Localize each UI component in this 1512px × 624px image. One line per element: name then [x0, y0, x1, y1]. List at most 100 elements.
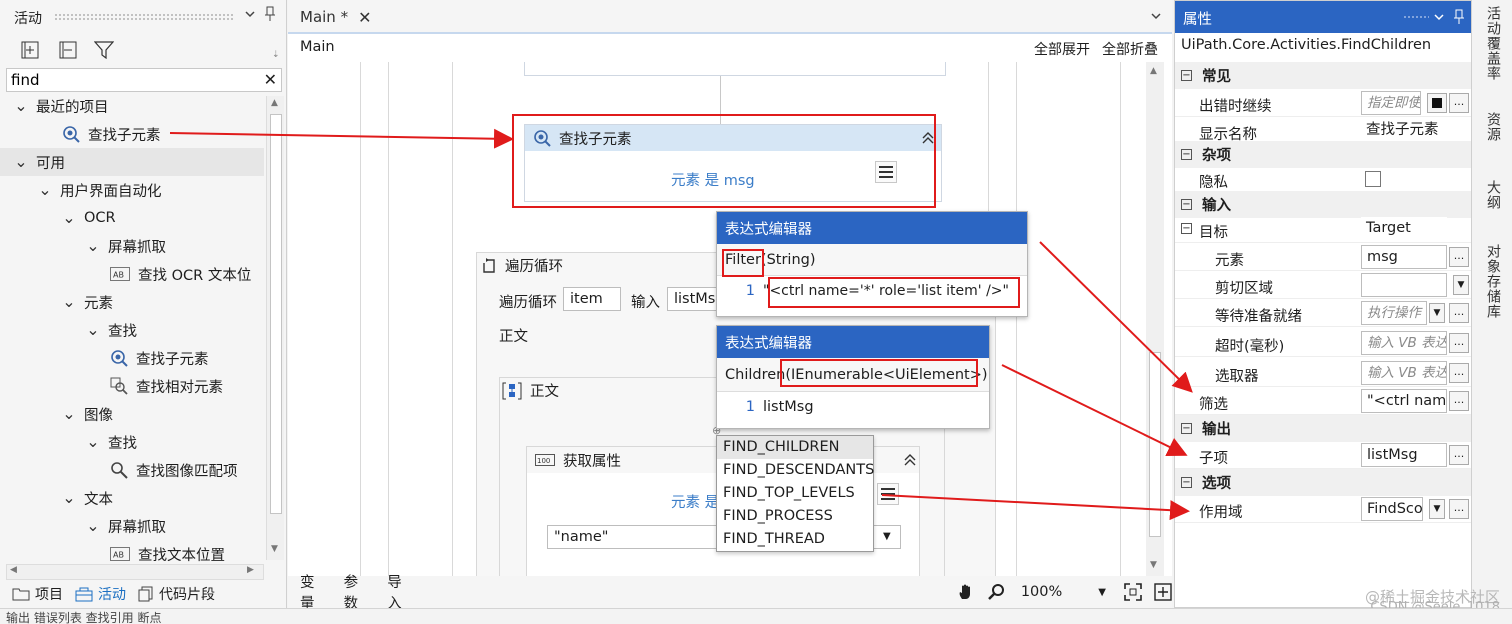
close-icon[interactable]: ✕	[358, 8, 371, 27]
tab-variables[interactable]: 变量	[300, 571, 322, 613]
code-text[interactable]: listMsg	[763, 399, 814, 415]
chevron-down-icon[interactable]: ⌄	[62, 406, 76, 422]
scroll-left-icon[interactable]: ◀	[10, 565, 17, 575]
scope-option[interactable]: FIND_TOP_LEVELS	[717, 482, 873, 505]
activity-header[interactable]: 正文	[502, 380, 559, 401]
tab-imports[interactable]: 导入	[387, 571, 409, 613]
drag-grip[interactable]	[1403, 15, 1429, 19]
ellipsis-button[interactable]: ...	[1449, 499, 1469, 519]
tab-activities[interactable]: 活动	[75, 584, 126, 604]
chevron-down-icon[interactable]: ⌄	[86, 238, 100, 254]
fit-screen-icon[interactable]	[1124, 583, 1142, 601]
scroll-thumb[interactable]	[1149, 352, 1161, 537]
chevron-down-icon[interactable]: ⌄	[62, 210, 76, 226]
scope-field[interactable]: FindScope	[1361, 497, 1423, 521]
filter-field[interactable]: "<ctrl nam	[1361, 389, 1447, 413]
chevron-down-icon[interactable]: ▼	[883, 531, 891, 542]
scroll-right-icon[interactable]: ▶	[247, 565, 254, 575]
scope-option[interactable]: FIND_PROCESS	[717, 505, 873, 528]
chevron-down-icon[interactable]: ⌄	[86, 518, 100, 534]
tree-horizontal-scrollbar[interactable]: ◀ ▶	[6, 564, 264, 580]
close-icon[interactable]: ✕	[264, 70, 277, 89]
pin-icon[interactable]	[264, 6, 276, 22]
hand-icon[interactable]	[957, 583, 975, 601]
scroll-down-icon[interactable]: ▼	[271, 544, 278, 554]
tab-object-repository[interactable]: 对象存储库	[1483, 244, 1503, 319]
chevron-down-icon[interactable]: ▼	[1429, 303, 1445, 323]
tree-item[interactable]: ⌄ 文本	[0, 484, 264, 512]
chevron-down-icon[interactable]	[1150, 10, 1162, 22]
tab-activity-coverage[interactable]: 活动覆盖率	[1483, 6, 1503, 81]
tab-project[interactable]: 项目	[12, 584, 63, 604]
zoom-dropdown-icon[interactable]: ▼	[1098, 587, 1106, 598]
tree-item[interactable]: ⌄ 最近的项目	[0, 92, 264, 120]
section-misc[interactable]: − 杂项	[1175, 141, 1471, 168]
tree-item[interactable]: ⌄ 屏幕抓取	[0, 232, 264, 260]
scroll-up-icon[interactable]: ▲	[1150, 66, 1157, 76]
expand-all-button[interactable]: 全部展开	[1034, 39, 1090, 59]
private-checkbox[interactable]	[1365, 171, 1381, 187]
scroll-up-icon[interactable]: ▲	[271, 98, 278, 108]
section-output[interactable]: − 输出	[1175, 415, 1471, 442]
magnifier-icon[interactable]	[987, 583, 1005, 601]
section-options[interactable]: − 选项	[1175, 469, 1471, 496]
tab-arguments[interactable]: 参数	[344, 571, 366, 613]
scope-option[interactable]: FIND_DESCENDANTS	[717, 459, 874, 482]
wait-ready-field[interactable]: 执行操作	[1361, 301, 1427, 325]
collapse-all-button[interactable]: 全部折叠	[1102, 39, 1158, 59]
tree-item[interactable]: AB 查找 OCR 文本位	[0, 260, 264, 288]
scroll-thumb[interactable]	[270, 114, 282, 514]
tree-item[interactable]: ⌄ 查找	[0, 316, 264, 344]
chevron-down-icon[interactable]: ⌄	[62, 294, 76, 310]
toolbar-overflow-icon[interactable]: ⇣	[272, 50, 280, 60]
previous-activity[interactable]	[524, 62, 946, 76]
selector-field[interactable]: 输入 VB 表达	[1361, 361, 1447, 385]
activity-menu-button[interactable]	[877, 483, 899, 505]
chevron-down-icon[interactable]: ⌄	[14, 154, 28, 170]
collapse-icon[interactable]	[903, 453, 917, 467]
tree-item[interactable]: ⌄ 查找	[0, 428, 264, 456]
tree-item[interactable]: ⌄ 屏幕抓取	[0, 512, 264, 540]
ellipsis-button[interactable]: ...	[1449, 363, 1469, 383]
ellipsis-button[interactable]: ...	[1449, 391, 1469, 411]
section-input[interactable]: − 输入	[1175, 191, 1471, 218]
tree-item[interactable]: ⌄ OCR	[0, 204, 264, 232]
search-input[interactable]	[11, 71, 251, 89]
chevron-down-icon[interactable]: ▼	[1453, 275, 1469, 295]
tab-main[interactable]: Main * ✕	[290, 2, 376, 32]
tree-item[interactable]: ⌄ 图像	[0, 400, 264, 428]
timeout-field[interactable]: 输入 VB 表达	[1361, 331, 1447, 355]
scope-option[interactable]: FIND_CHILDREN	[717, 436, 873, 459]
clipping-region-field[interactable]	[1361, 273, 1447, 297]
ellipsis-button[interactable]: ...	[1449, 303, 1469, 323]
tree-item[interactable]: ⌄ 用户界面自动化	[0, 176, 264, 204]
filter-icon[interactable]	[92, 38, 116, 62]
drag-grip[interactable]	[54, 13, 234, 21]
pin-icon[interactable]	[1453, 9, 1465, 25]
display-name-field[interactable]: 查找子元素	[1361, 119, 1461, 143]
continue-on-error-field[interactable]: 指定即使	[1361, 91, 1421, 115]
chevron-down-icon[interactable]: ⌄	[38, 182, 52, 198]
tree-item[interactable]: 查找相对元素	[0, 372, 264, 400]
chevron-down-icon[interactable]	[1433, 11, 1445, 23]
tab-outline[interactable]: 大纲	[1483, 180, 1503, 210]
element-field[interactable]: msg	[1361, 245, 1447, 269]
ellipsis-button[interactable]: ...	[1449, 247, 1469, 267]
scope-dropdown-list[interactable]: FIND_CHILDREN FIND_DESCENDANTS FIND_TOP_LE…	[716, 435, 874, 552]
scroll-down-icon[interactable]: ▼	[1150, 560, 1157, 570]
collapse-toggle[interactable]: −	[1181, 223, 1192, 234]
chevron-down-icon[interactable]: ⌄	[62, 490, 76, 506]
chevron-down-icon[interactable]: ⌄	[14, 98, 28, 114]
tree-item[interactable]: 查找子元素	[0, 344, 264, 372]
designer-vertical-scrollbar[interactable]: ▲ ▼	[1146, 62, 1164, 576]
zoom-level[interactable]: 100%	[1021, 584, 1062, 600]
collapse-all-icon[interactable]	[56, 38, 80, 62]
children-field[interactable]: listMsg	[1361, 443, 1447, 467]
chevron-down-icon[interactable]: ⌄	[86, 434, 100, 450]
chevron-down-icon[interactable]: ⌄	[86, 322, 100, 338]
expand-all-icon[interactable]	[18, 38, 42, 62]
section-common[interactable]: − 常见	[1175, 62, 1471, 89]
tree-vertical-scrollbar[interactable]: ▲ ▼	[266, 96, 284, 560]
scope-option[interactable]: FIND_THREAD	[717, 528, 873, 551]
tree-item[interactable]: 查找子元素	[0, 120, 264, 148]
